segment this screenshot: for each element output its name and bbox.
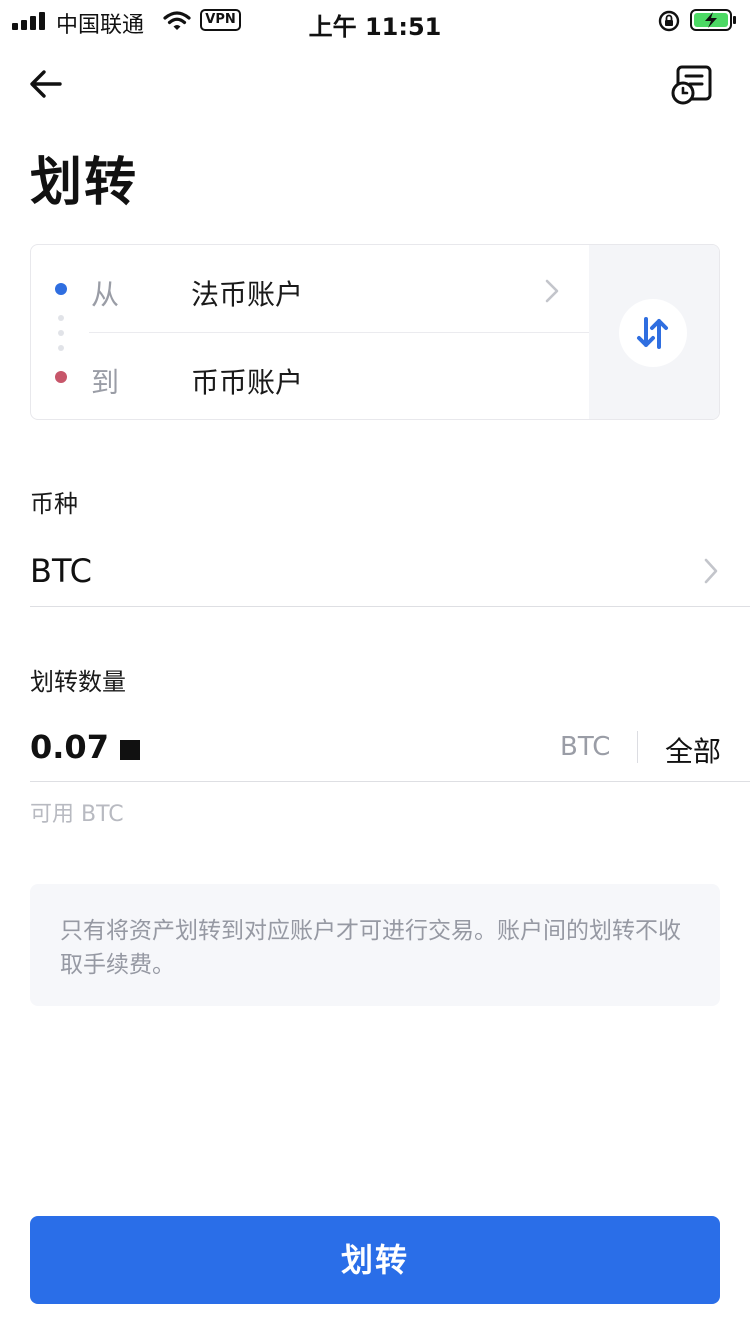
amount-divider <box>30 781 750 782</box>
swap-button[interactable] <box>619 299 687 367</box>
page-title: 划转 <box>30 153 139 213</box>
amount-input[interactable]: 0.07 <box>30 728 109 766</box>
all-button[interactable]: 全部 <box>665 730 721 770</box>
unit-divider <box>637 731 638 763</box>
chevron-right-icon <box>545 279 559 303</box>
transfer-history-icon[interactable] <box>668 62 716 108</box>
notice-text: 只有将资产划转到对应账户才可进行交易。账户间的划转不收取手续费。 <box>60 918 681 978</box>
amount-unit: BTC <box>560 732 611 762</box>
account-selector-card: 从 法币账户 到 币币账户 <box>30 244 720 420</box>
currency-divider <box>30 606 750 607</box>
status-bar: 中国联通 VPN 上午 11:51 <box>0 0 750 44</box>
clock: 上午 11:51 <box>308 13 442 41</box>
battery-icon <box>690 9 736 31</box>
from-account-value: 法币账户 <box>191 278 304 311</box>
rotation-lock-icon <box>658 10 680 32</box>
to-dot <box>55 371 67 383</box>
connector-dot <box>58 315 64 321</box>
chevron-right-icon <box>704 558 718 584</box>
from-label: 从 <box>91 278 120 311</box>
to-label: 到 <box>91 366 120 399</box>
to-account-row[interactable]: 到 币币账户 <box>31 333 591 419</box>
swap-arrows-icon <box>637 317 668 349</box>
amount-label: 划转数量 <box>30 668 126 696</box>
transfer-submit-button[interactable]: 划转 <box>30 1216 720 1304</box>
available-balance: 可用 BTC <box>30 802 124 827</box>
notice-box: 只有将资产划转到对应账户才可进行交易。账户间的划转不收取手续费。 <box>30 884 720 1006</box>
currency-value: BTC <box>30 552 92 590</box>
back-arrow-icon[interactable] <box>24 62 68 106</box>
redaction-mask <box>120 740 140 760</box>
from-dot <box>55 283 67 295</box>
swap-area <box>589 245 719 419</box>
from-account-row[interactable]: 从 法币账户 <box>31 245 591 333</box>
to-account-value: 币币账户 <box>191 366 304 399</box>
currency-label: 币种 <box>30 490 78 518</box>
